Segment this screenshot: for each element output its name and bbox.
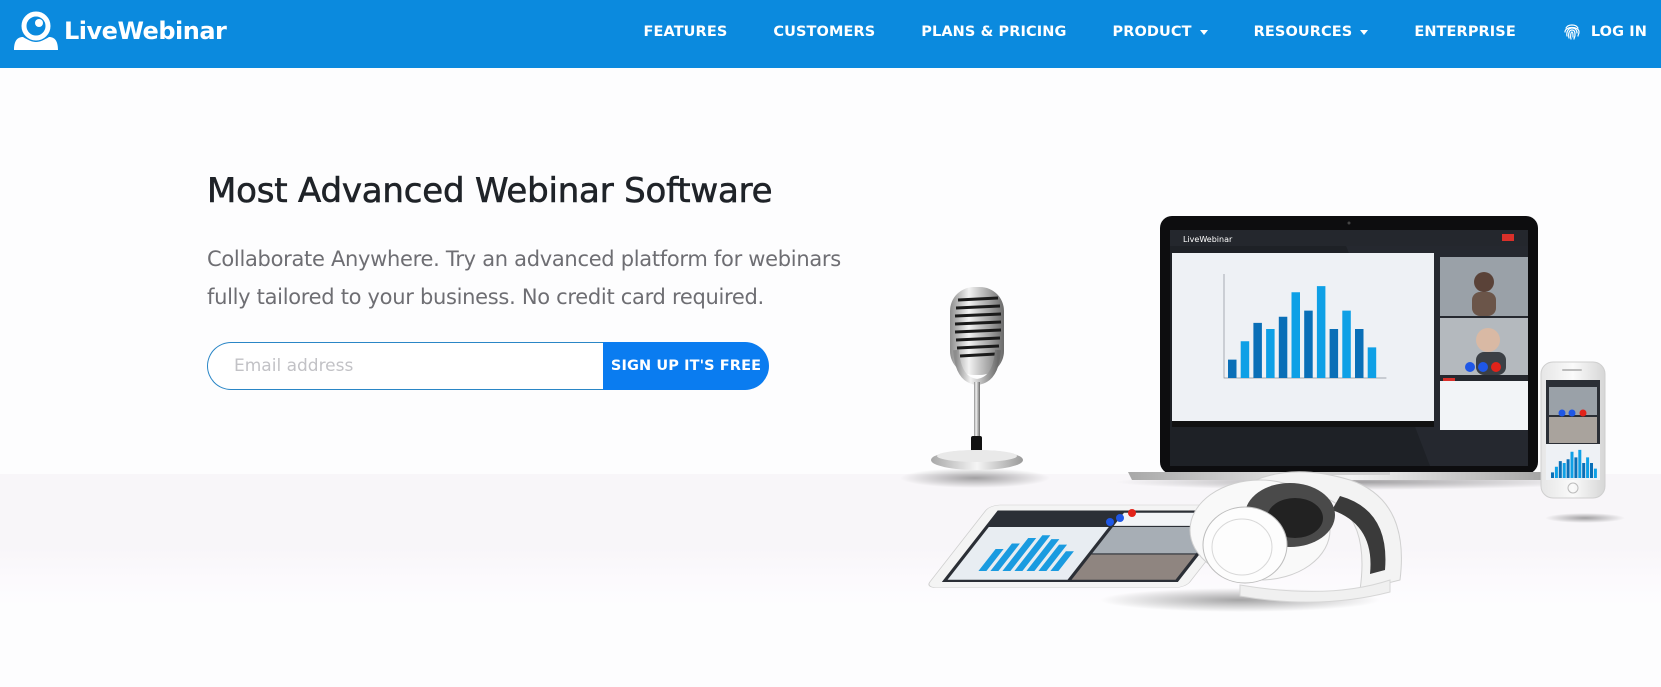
- headphones: [1189, 471, 1402, 603]
- microphone-button: [1478, 362, 1488, 372]
- nav-features[interactable]: FEATURES: [643, 24, 727, 40]
- chart-bar: [1253, 322, 1262, 378]
- nav-customers-label: CUSTOMERS: [773, 24, 876, 40]
- chart-bar: [1367, 347, 1377, 378]
- hero-subtitle-line-1: Collaborate Anywhere. Try an advanced pl…: [207, 247, 841, 271]
- nav-product-dropdown[interactable]: PRODUCT: [1112, 24, 1208, 40]
- chart-bar: [1582, 463, 1586, 478]
- chart-bar: [1570, 451, 1574, 478]
- hero-subtitle-line-2: fully tailored to your business. No cred…: [207, 285, 764, 309]
- phone: [1540, 361, 1606, 499]
- main-nav: FEATURES CUSTOMERS PLANS & PRICING PRODU…: [643, 0, 1661, 64]
- nav-plans-pricing[interactable]: PLANS & PRICING: [921, 24, 1066, 40]
- brand-name: LiveWebinar: [64, 17, 227, 45]
- chart-bar: [1574, 457, 1578, 478]
- chart-bar: [1586, 457, 1590, 478]
- laptop: LiveWebinar: [1128, 216, 1570, 480]
- phone-shadow: [1545, 513, 1625, 523]
- webcam-logo-icon: [14, 11, 58, 50]
- chart-bar: [1329, 329, 1339, 378]
- hero-subtitle: Collaborate Anywhere. Try an advanced pl…: [207, 240, 867, 316]
- chart-bar: [1558, 461, 1562, 478]
- screen-chat-panel: [1440, 381, 1528, 430]
- chart-bar: [1590, 463, 1593, 478]
- login-link[interactable]: LOG IN: [1562, 22, 1647, 42]
- microphone: [931, 287, 1023, 470]
- chart-bar: [1240, 341, 1250, 378]
- top-navigation-bar: LiveWebinar FEATURES CUSTOMERS PLANS & P…: [0, 0, 1661, 68]
- email-input[interactable]: [207, 342, 603, 390]
- login-label: LOG IN: [1590, 24, 1647, 40]
- nav-resources-dropdown[interactable]: RESOURCES: [1254, 24, 1369, 40]
- caret-down-icon: [1360, 29, 1369, 35]
- chart-bar: [1304, 310, 1313, 378]
- devices-illustration: LiveWebinar: [900, 216, 1625, 612]
- chart-bar: [1355, 329, 1364, 378]
- chart-bar: [1562, 463, 1566, 478]
- nav-customers[interactable]: CUSTOMERS: [773, 24, 875, 40]
- screen-presentation: [1172, 253, 1434, 421]
- brand-logo[interactable]: LiveWebinar: [12, 10, 227, 52]
- signup-form: SIGN UP IT'S FREE: [207, 342, 769, 390]
- chart-bar: [1342, 310, 1351, 378]
- chart-bar: [1593, 468, 1597, 478]
- chart-bar: [1266, 329, 1275, 378]
- chart-bar: [1551, 472, 1554, 478]
- caret-down-icon: [1199, 29, 1208, 35]
- chart-bar: [1228, 359, 1237, 378]
- hero-illustration: LiveWebinar: [870, 200, 1661, 620]
- chart-bar: [1578, 449, 1582, 478]
- camera-button: [1465, 362, 1475, 372]
- microphone-shadow: [900, 468, 1050, 488]
- hero-title: Most Advanced Webinar Software: [207, 171, 773, 212]
- signup-button[interactable]: SIGN UP IT'S FREE: [603, 342, 769, 390]
- hang-up-button: [1491, 362, 1501, 372]
- fingerprint-icon: [1564, 24, 1580, 40]
- nav-product-label: PRODUCT: [1112, 24, 1192, 40]
- chart-bar: [1291, 292, 1300, 378]
- nav-enterprise-label: ENTERPRISE: [1414, 24, 1516, 40]
- nav-enterprise[interactable]: ENTERPRISE: [1414, 24, 1516, 40]
- nav-features-label: FEATURES: [643, 24, 728, 40]
- nav-plans-pricing-label: PLANS & PRICING: [921, 24, 1067, 40]
- chart-bar: [1554, 466, 1558, 478]
- chart-bar: [1566, 459, 1570, 478]
- chart-bar: [1278, 316, 1288, 378]
- chart-bar: [1316, 286, 1326, 378]
- screen-record-badge: [1502, 234, 1514, 241]
- screen-app-name: LiveWebinar: [1183, 235, 1233, 244]
- nav-resources-label: RESOURCES: [1253, 24, 1353, 40]
